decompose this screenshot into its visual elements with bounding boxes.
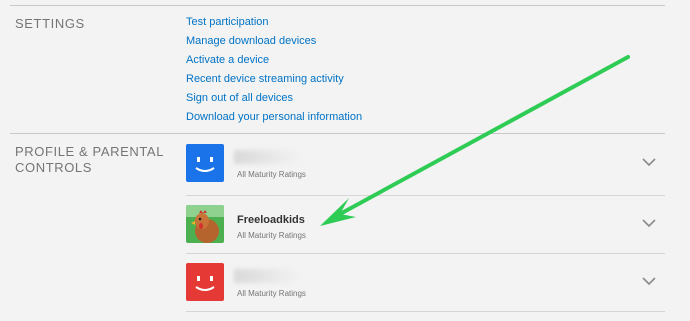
chevron-down-icon[interactable] — [642, 218, 656, 228]
row-divider-1 — [186, 195, 665, 196]
download-personal-info-link[interactable]: Download your personal information — [186, 108, 362, 127]
smiley-icon — [186, 263, 224, 301]
profiles-section-title: PROFILE & PARENTAL CONTROLS — [15, 144, 164, 176]
settings-title: SETTINGS — [15, 16, 85, 31]
blurred-profile-name-3 — [234, 269, 304, 283]
profile-rating-2: All Maturity Ratings — [237, 231, 306, 240]
profile-avatar-3 — [186, 263, 224, 301]
chicken-icon — [186, 205, 224, 243]
profile-row-2[interactable]: Freeloadkids All Maturity Ratings — [186, 205, 665, 263]
recent-streaming-activity-link[interactable]: Recent device streaming activity — [186, 70, 362, 89]
row-divider-3 — [186, 311, 665, 312]
blurred-profile-name-1 — [234, 150, 304, 164]
profile-row-3[interactable]: All Maturity Ratings — [186, 263, 665, 321]
profile-name-2: Freeloadkids — [237, 214, 305, 226]
profile-rating-1: All Maturity Ratings — [237, 170, 306, 179]
profile-rating-3: All Maturity Ratings — [237, 289, 306, 298]
chevron-down-icon[interactable] — [642, 276, 656, 286]
sign-out-all-devices-link[interactable]: Sign out of all devices — [186, 89, 362, 108]
profile-avatar-2 — [186, 205, 224, 243]
activate-device-link[interactable]: Activate a device — [186, 51, 362, 70]
row-divider-2 — [186, 253, 665, 254]
smiley-icon — [186, 144, 224, 182]
profile-row-1[interactable]: All Maturity Ratings — [186, 144, 665, 202]
top-divider — [10, 5, 665, 6]
section-divider — [10, 133, 665, 134]
manage-download-devices-link[interactable]: Manage download devices — [186, 32, 362, 51]
profile-avatar-1 — [186, 144, 224, 182]
test-participation-link[interactable]: Test participation — [186, 13, 362, 32]
chevron-down-icon[interactable] — [642, 157, 656, 167]
profiles-title-line2: CONTROLS — [15, 160, 93, 175]
settings-links: Test participation Manage download devic… — [186, 13, 362, 127]
profiles-title-line1: PROFILE & PARENTAL — [15, 144, 165, 159]
